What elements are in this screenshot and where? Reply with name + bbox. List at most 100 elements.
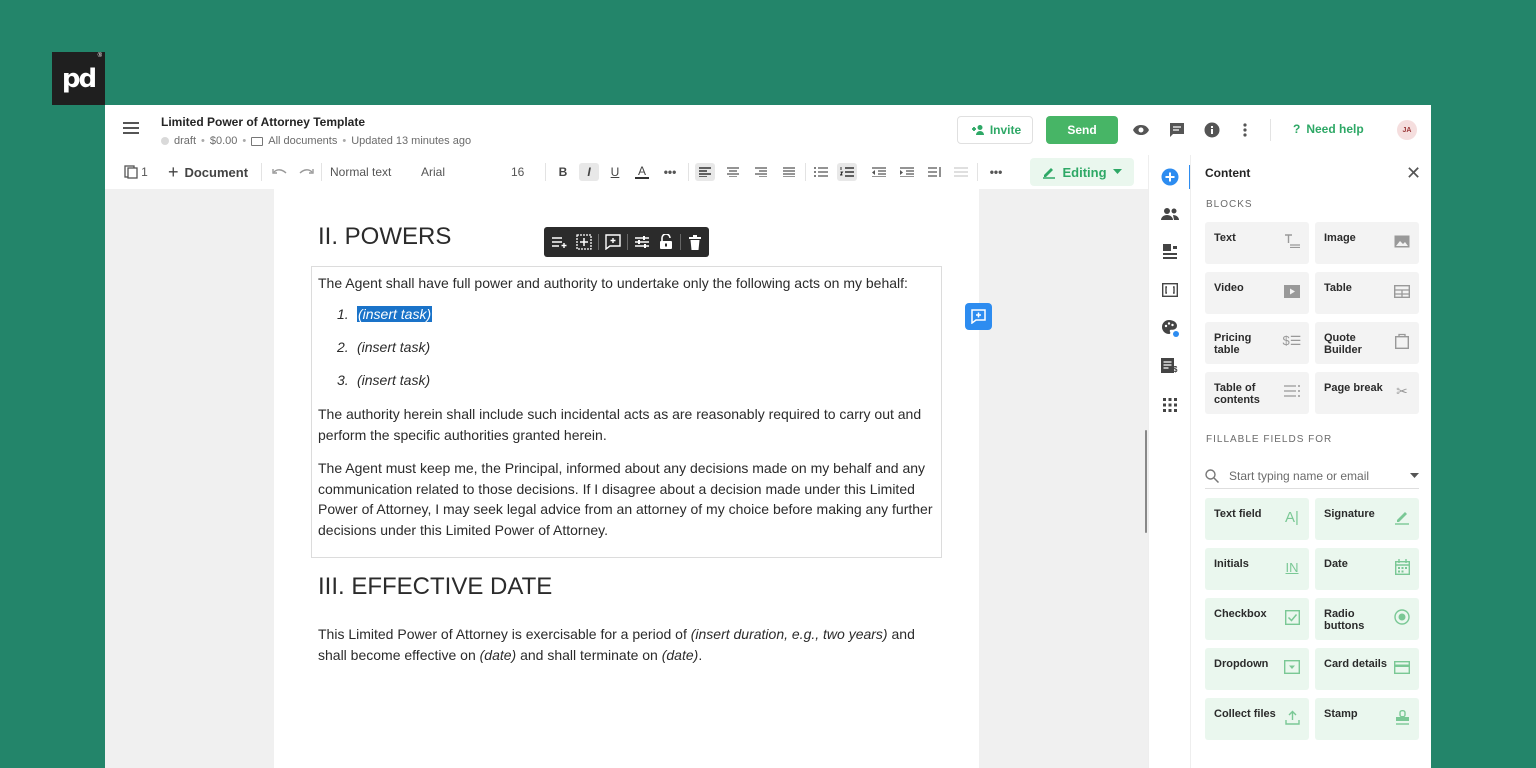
powers-intro-paragraph[interactable]: The Agent shall have full power and auth… (318, 273, 938, 294)
more-format-icon[interactable]: ••• (661, 163, 679, 181)
invite-button[interactable]: Invite (957, 116, 1033, 144)
add-content-icon[interactable] (1159, 166, 1181, 188)
add-document-label: Document (184, 164, 249, 180)
block-card-image[interactable]: Image (1315, 222, 1419, 264)
add-comment-button[interactable] (965, 303, 992, 330)
list-item-text[interactable]: (insert task) (357, 339, 430, 355)
variables-icon[interactable] (1159, 279, 1181, 301)
block-card-video[interactable]: Video (1205, 272, 1309, 314)
undo-icon[interactable] (271, 163, 289, 181)
incidental-acts-paragraph[interactable]: The authority herein shall include such … (318, 404, 938, 445)
align-left-icon[interactable] (695, 163, 715, 181)
list-item[interactable]: 2. (insert task) (337, 339, 430, 355)
apps-grid-icon[interactable] (1159, 394, 1181, 416)
video-block-icon (1283, 282, 1301, 300)
block-card-pricing-table[interactable]: Pricing table $☰ (1205, 322, 1309, 364)
field-card-signature[interactable]: Signature (1315, 498, 1419, 540)
add-comment-icon[interactable] (603, 232, 623, 252)
block-card-label: Pricing table (1214, 332, 1252, 356)
effective-date-paragraph[interactable]: This Limited Power of Attorney is exerci… (318, 624, 938, 665)
block-card-label: Table (1324, 282, 1352, 294)
design-palette-icon[interactable] (1159, 317, 1181, 339)
header: Limited Power of Attorney Template draft… (105, 105, 1431, 155)
clear-format-icon[interactable] (951, 163, 971, 181)
section-heading-effective-date[interactable]: III. EFFECTIVE DATE (318, 573, 552, 601)
field-card-date[interactable]: Date (1315, 548, 1419, 590)
block-card-table[interactable]: Table (1315, 272, 1419, 314)
hamburger-menu-icon[interactable] (123, 122, 139, 136)
plus-icon: + (167, 161, 179, 182)
list-item[interactable]: 1. (insert task) (337, 306, 433, 322)
document-title[interactable]: Limited Power of Attorney Template (161, 115, 365, 129)
add-block-icon[interactable] (574, 232, 594, 252)
help-button[interactable]: ? Need help (1293, 122, 1364, 136)
field-card-initials[interactable]: Initials IN (1205, 548, 1309, 590)
underline-icon[interactable]: U (607, 163, 623, 181)
section-heading-powers[interactable]: II. POWERS (318, 223, 451, 251)
preview-eye-icon[interactable] (1131, 120, 1151, 140)
field-card-stamp[interactable]: Stamp (1315, 698, 1419, 740)
close-panel-icon[interactable]: ✕ (1406, 163, 1421, 184)
content-panel: Content ✕ BLOCKS Text Image Video Table … (1190, 155, 1431, 768)
logo-text: pd (61, 63, 97, 94)
bullet-list-icon[interactable] (811, 163, 831, 181)
send-button[interactable]: Send (1046, 116, 1118, 144)
field-card-card-details[interactable]: Card details (1315, 648, 1419, 690)
list-item[interactable]: 3. (insert task) (337, 372, 430, 388)
list-item-text[interactable]: (insert task) (357, 372, 430, 388)
pages-button[interactable]: 1 (121, 163, 151, 181)
unlock-icon[interactable] (656, 232, 676, 252)
list-item-text-selected[interactable]: (insert task) (357, 306, 433, 322)
field-card-label: Collect files (1214, 708, 1276, 720)
chevron-down-icon[interactable] (1410, 473, 1419, 478)
blocks-library-icon[interactable] (1159, 241, 1181, 263)
align-right-icon[interactable] (751, 163, 771, 181)
block-card-table-of-contents[interactable]: Table of contents (1205, 372, 1309, 414)
align-center-icon[interactable] (723, 163, 743, 181)
field-card-checkbox[interactable]: Checkbox (1205, 598, 1309, 640)
add-document-button[interactable]: + Document (165, 161, 251, 182)
bold-icon[interactable]: B (555, 163, 571, 181)
recipient-search-input[interactable]: Start typing name or email (1229, 469, 1400, 483)
user-avatar[interactable]: JA (1397, 120, 1417, 140)
field-card-collect-files[interactable]: Collect files (1205, 698, 1309, 740)
info-icon[interactable] (1202, 120, 1222, 140)
block-card-text[interactable]: Text (1205, 222, 1309, 264)
font-family-select[interactable]: Arial (421, 163, 501, 181)
vertical-scrollbar[interactable] (1145, 430, 1147, 533)
redo-icon[interactable] (297, 163, 315, 181)
outdent-icon[interactable] (869, 163, 889, 181)
field-card-text-field[interactable]: Text field A| (1205, 498, 1309, 540)
calendar-icon (1393, 558, 1411, 576)
recipients-icon[interactable] (1159, 203, 1181, 225)
add-below-icon[interactable] (550, 232, 570, 252)
numbered-list-icon[interactable] (837, 163, 857, 181)
field-card-dropdown[interactable]: Dropdown (1205, 648, 1309, 690)
block-settings-icon[interactable] (632, 232, 652, 252)
block-card-page-break[interactable]: Page break ✂ (1315, 372, 1419, 414)
block-card-quote-builder[interactable]: Quote Builder (1315, 322, 1419, 364)
editing-mode-button[interactable]: Editing (1030, 158, 1134, 186)
field-card-radio-buttons[interactable]: Radio buttons (1315, 598, 1419, 640)
indent-icon[interactable] (897, 163, 917, 181)
font-size-select[interactable]: 16 (511, 163, 531, 181)
keep-informed-paragraph[interactable]: The Agent must keep me, the Principal, i… (318, 458, 938, 540)
text-color-icon[interactable]: A (633, 163, 651, 181)
block-card-label: Page break (1324, 382, 1383, 394)
invite-label: Invite (989, 123, 1022, 137)
folder-link[interactable]: All documents (268, 135, 337, 147)
pricing-settings-icon[interactable]: $ (1159, 355, 1181, 377)
comments-icon[interactable] (1167, 120, 1187, 140)
text-style-select[interactable]: Normal text (330, 163, 400, 181)
field-card-label: Signature (1324, 508, 1375, 520)
line-spacing-icon[interactable] (925, 163, 945, 181)
italic-icon[interactable]: I (579, 163, 599, 181)
more-toolbar-icon[interactable]: ••• (987, 163, 1005, 181)
formatting-toolbar: 1 + Document Normal text Arial 16 B I U … (105, 155, 1148, 189)
more-vertical-icon[interactable] (1235, 120, 1255, 140)
fillable-fields-label: FILLABLE FIELDS FOR (1206, 434, 1333, 445)
document-page[interactable]: II. POWERS The Agent shall have full pow… (274, 189, 979, 768)
align-justify-icon[interactable] (779, 163, 799, 181)
delete-trash-icon[interactable] (685, 232, 705, 252)
recipient-search[interactable]: Start typing name or email (1205, 463, 1419, 489)
